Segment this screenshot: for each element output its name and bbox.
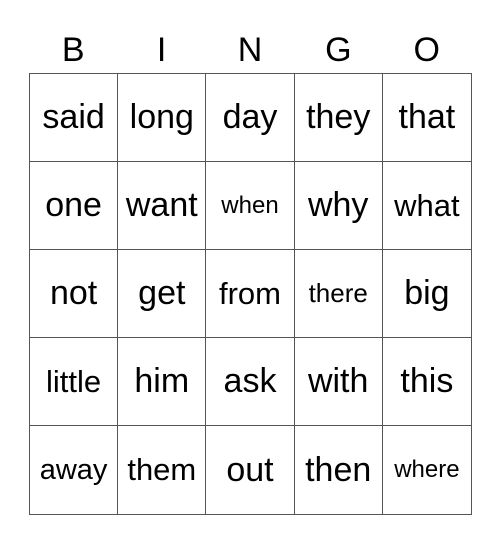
header-letter-i: I	[156, 31, 167, 69]
bingo-cell[interactable]: then	[295, 426, 383, 514]
bingo-cell[interactable]: want	[118, 162, 207, 250]
bingo-cell[interactable]: him	[118, 338, 207, 426]
bingo-cell[interactable]: they	[294, 74, 383, 162]
bingo-cell[interactable]: day	[206, 74, 295, 162]
bingo-cell[interactable]: out	[206, 426, 295, 514]
header-letter-n: N	[237, 31, 263, 69]
header-letter-g: G	[325, 31, 352, 69]
bingo-cell[interactable]: from	[206, 250, 295, 338]
bingo-cell[interactable]: said	[30, 74, 119, 162]
bingo-cell[interactable]: with	[294, 338, 383, 426]
bingo-cell[interactable]: that	[382, 74, 471, 162]
bingo-cell[interactable]: big	[382, 250, 471, 338]
bingo-cell[interactable]: long	[118, 74, 207, 162]
bingo-cell[interactable]: why	[294, 162, 383, 250]
bingo-cell[interactable]: them	[118, 426, 207, 514]
bingo-cell[interactable]: where	[383, 426, 471, 514]
bingo-header: B I N G O	[29, 28, 471, 72]
bingo-cell[interactable]: ask	[206, 338, 295, 426]
header-letter-o: O	[413, 31, 440, 69]
bingo-cell[interactable]: get	[118, 250, 207, 338]
bingo-cell[interactable]: what	[382, 162, 471, 250]
bingo-cell[interactable]: away	[30, 426, 119, 514]
bingo-cell[interactable]: little	[30, 338, 119, 426]
bingo-cell[interactable]: not	[30, 250, 119, 338]
bingo-cell[interactable]: when	[206, 162, 295, 250]
header-letter-b: B	[61, 31, 85, 69]
bingo-grid: said long day they that one want when wh…	[29, 73, 472, 515]
bingo-cell[interactable]: this	[382, 338, 471, 426]
bingo-cell[interactable]: one	[30, 162, 119, 250]
bingo-cell[interactable]: there	[294, 250, 383, 338]
